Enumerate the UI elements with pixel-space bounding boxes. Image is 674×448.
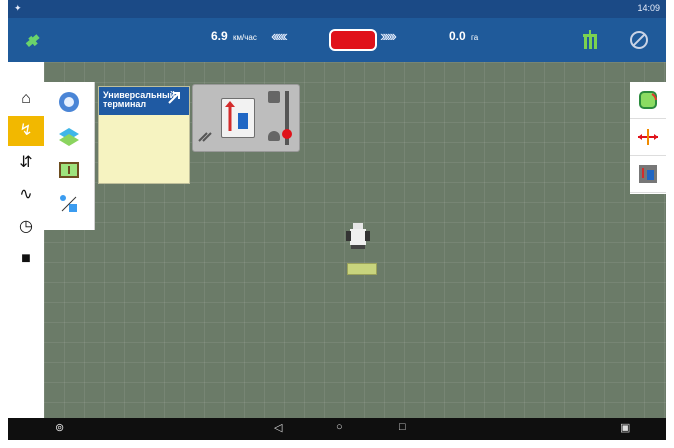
speed-readout: 6.9 км/час bbox=[211, 29, 257, 43]
implement-coverage bbox=[347, 263, 377, 275]
rabbit-icon bbox=[268, 91, 280, 103]
clock: 14:09 bbox=[637, 3, 660, 13]
back-button[interactable]: ◁ bbox=[274, 421, 282, 434]
guidance-pattern-icon[interactable] bbox=[54, 156, 84, 184]
diagnostics-icon[interactable]: ∿ bbox=[8, 180, 44, 210]
area-readout: 0.0 га bbox=[449, 29, 478, 43]
layers-icon[interactable] bbox=[54, 122, 84, 150]
speed-slider[interactable] bbox=[282, 91, 292, 145]
run-icon[interactable]: ↯ bbox=[8, 116, 44, 146]
screenshot-icon[interactable]: ▣ bbox=[620, 421, 630, 434]
right-tools bbox=[630, 82, 666, 194]
camera-icon[interactable]: ■ bbox=[8, 244, 44, 274]
home-icon[interactable]: ⌂ bbox=[8, 84, 44, 114]
guidance-chevrons-left: ‹‹‹‹‹‹ bbox=[271, 28, 288, 45]
vpn-icon[interactable]: ⊚ bbox=[55, 421, 64, 434]
area-unit: га bbox=[471, 33, 479, 42]
furrow-icon bbox=[197, 125, 215, 143]
android-nav-bar: ⊚ ◁ ○ □ ▣ bbox=[8, 418, 666, 440]
left-nav: ⌂ ↯ ⇵ ∿ ◷ ■ bbox=[8, 62, 44, 418]
lightbar-indicator bbox=[329, 29, 377, 51]
tools-panel bbox=[44, 82, 95, 230]
tractor-icon bbox=[345, 221, 371, 251]
speed-slider-knob[interactable] bbox=[282, 129, 292, 139]
speed-value: 6.9 bbox=[211, 29, 228, 43]
area-value: 0.0 bbox=[449, 29, 466, 43]
shift-line-icon[interactable] bbox=[630, 119, 666, 156]
expand-icon[interactable] bbox=[167, 91, 181, 105]
recents-button[interactable]: □ bbox=[399, 421, 406, 433]
speed-unit: км/час bbox=[233, 33, 257, 42]
autosteer-icon[interactable] bbox=[628, 29, 650, 51]
universal-terminal-widget[interactable]: Универсальный терминал bbox=[98, 86, 190, 184]
home-button[interactable]: ○ bbox=[336, 421, 343, 433]
top-bar: 6.9 км/час ‹‹‹‹‹‹ ›››››› 0.0 га bbox=[8, 18, 666, 62]
gps-settings-icon[interactable] bbox=[54, 88, 84, 116]
implement-icon[interactable] bbox=[580, 28, 600, 52]
vehicle-preview bbox=[221, 98, 255, 138]
signal-icon: ✦ bbox=[14, 3, 22, 13]
turtle-icon bbox=[268, 131, 280, 141]
speed-control-panel bbox=[192, 84, 300, 152]
boundary-icon[interactable] bbox=[630, 82, 666, 119]
gps-icon[interactable] bbox=[22, 30, 44, 52]
field-icon[interactable]: ⇵ bbox=[8, 148, 44, 178]
map-pins-icon[interactable] bbox=[54, 190, 84, 218]
status-bar: ✦ 14:09 bbox=[8, 0, 666, 18]
timer-icon[interactable]: ◷ bbox=[8, 212, 44, 242]
guidance-chevrons-right: ›››››› bbox=[380, 28, 397, 45]
vehicle-settings-icon[interactable] bbox=[630, 156, 666, 193]
